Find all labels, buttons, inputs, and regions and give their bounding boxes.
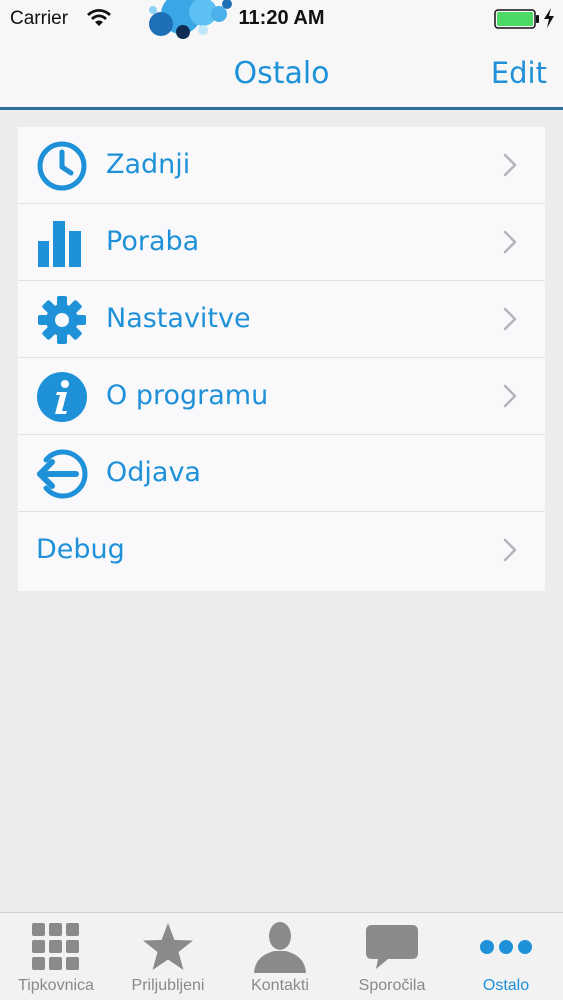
tab-label: Priljubljeni [131, 977, 205, 994]
edit-button[interactable]: Edit [491, 56, 547, 90]
clock-icon [37, 141, 87, 191]
tab-tipkovnica[interactable]: Tipkovnica [0, 913, 112, 1000]
menu-item-label: Nastavitve [106, 303, 251, 334]
menu-list: Zadnji Poraba Nastavitve O programu Odja… [18, 127, 545, 591]
page-title: Ostalo [233, 56, 330, 91]
chevron-right-icon [503, 230, 517, 254]
keypad-icon [32, 923, 79, 970]
tab-kontakti[interactable]: Kontakti [224, 913, 336, 1000]
gear-icon [38, 296, 86, 344]
battery-icon [494, 9, 539, 29]
more-icon [480, 940, 532, 954]
chevron-right-icon [503, 307, 517, 331]
menu-item-zadnji[interactable]: Zadnji [18, 127, 545, 204]
chevron-right-icon [503, 538, 517, 562]
message-icon [366, 925, 418, 969]
menu-item-odjava[interactable]: Odjava [18, 435, 545, 512]
menu-item-label: Zadnji [106, 149, 191, 180]
charging-bolt-icon [544, 8, 554, 28]
chevron-right-icon [503, 384, 517, 408]
menu-item-o-programu[interactable]: O programu [18, 358, 545, 435]
tab-label: Sporočila [358, 977, 426, 994]
menu-item-poraba[interactable]: Poraba [18, 204, 545, 281]
status-bar: Carrier 11:20 AM [0, 0, 563, 40]
tab-priljubljeni[interactable]: Priljubljeni [112, 913, 224, 1000]
tab-sporocila[interactable]: Sporočila [336, 913, 448, 1000]
chevron-right-icon [503, 153, 517, 177]
menu-item-label: O programu [106, 380, 269, 411]
info-icon [37, 372, 87, 422]
clock: 11:20 AM [238, 7, 325, 29]
menu-item-label: Debug [36, 534, 125, 565]
star-icon [143, 923, 193, 970]
contact-icon [254, 922, 306, 973]
menu-item-label: Poraba [106, 226, 200, 257]
menu-item-nastavitve[interactable]: Nastavitve [18, 281, 545, 358]
bar-chart-icon [38, 221, 81, 267]
tab-bar: Tipkovnica Priljubljeni Kontakti Sporoči… [0, 912, 563, 1000]
tab-label: Ostalo [482, 977, 530, 994]
tab-label: Kontakti [251, 977, 309, 994]
menu-item-label: Odjava [106, 457, 201, 488]
tab-label: Tipkovnica [18, 977, 94, 994]
navigation-bar: Ostalo Edit [0, 40, 563, 110]
logout-icon [37, 449, 88, 499]
tab-ostalo[interactable]: Ostalo [450, 913, 562, 1000]
menu-item-debug[interactable]: Debug [18, 512, 545, 589]
